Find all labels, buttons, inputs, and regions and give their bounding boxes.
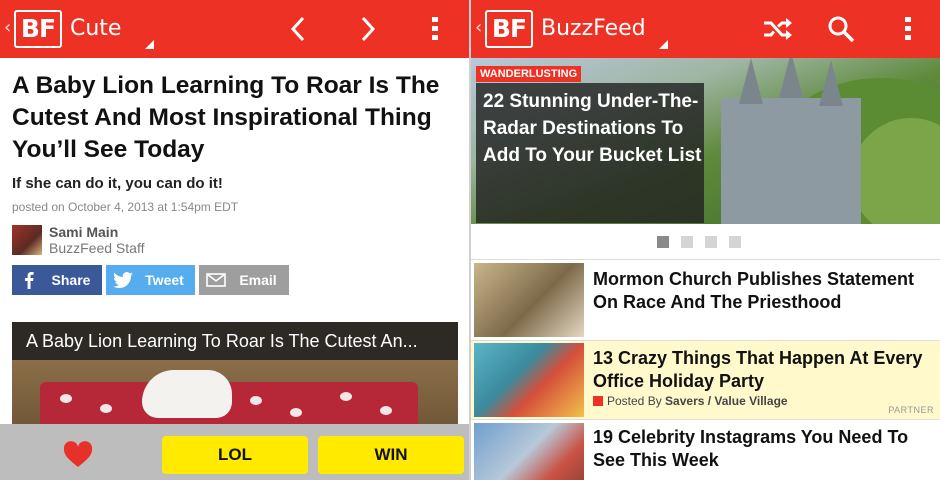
dropdown-indicator-icon bbox=[659, 40, 668, 49]
feed-item[interactable]: 19 Celebrity Instagrams You Need To See … bbox=[471, 420, 940, 480]
feed-item-title: Mormon Church Publishes Statement On Rac… bbox=[593, 269, 915, 312]
sponsor-name: Savers / Value Village bbox=[665, 394, 788, 408]
app-bar: ‹ BF Cute bbox=[0, 0, 469, 58]
feed-thumbnail bbox=[474, 263, 584, 337]
author-name[interactable]: Sami Main bbox=[49, 224, 118, 240]
heart-icon[interactable] bbox=[62, 441, 94, 469]
feed-item-title: 19 Celebrity Instagrams You Need To See … bbox=[593, 427, 909, 470]
twitter-tweet-button[interactable]: Tweet bbox=[106, 265, 195, 295]
feed-thumbnail bbox=[474, 423, 584, 480]
sponsored-feed-item[interactable]: 13 Crazy Things That Happen At Every Off… bbox=[471, 341, 940, 419]
pagination-dot-active[interactable] bbox=[657, 236, 669, 248]
facebook-icon bbox=[12, 271, 46, 289]
sponsor-flag-icon bbox=[593, 396, 603, 406]
pagination-dot[interactable] bbox=[705, 236, 717, 248]
article-screen: ‹ BF Cute A Baby Lion Learning To Roar I… bbox=[0, 0, 469, 480]
carousel-pagination bbox=[657, 236, 741, 248]
post-date: posted on October 4, 2013 at 1:54pm EDT bbox=[12, 200, 239, 214]
buzzfeed-logo[interactable]: BF bbox=[485, 10, 533, 48]
chevron-right-icon[interactable] bbox=[354, 13, 382, 45]
email-share-button[interactable]: Email bbox=[199, 265, 289, 295]
chevron-left-icon[interactable] bbox=[284, 13, 312, 45]
video-title: A Baby Lion Learning To Roar Is The Cute… bbox=[12, 322, 458, 360]
app-title[interactable]: BuzzFeed bbox=[541, 16, 646, 41]
twitter-tweet-label: Tweet bbox=[145, 272, 184, 288]
back-caret-icon[interactable]: ‹ bbox=[4, 17, 11, 38]
feed-screen: ‹ BF BuzzFeed WANDERLUSTING 22 Stunning … bbox=[471, 0, 940, 480]
feed-item-title: 13 Crazy Things That Happen At Every Off… bbox=[593, 348, 923, 391]
lol-button[interactable]: LOL bbox=[162, 436, 308, 474]
overflow-menu-icon[interactable] bbox=[428, 13, 442, 45]
envelope-icon bbox=[199, 273, 233, 287]
overflow-menu-icon[interactable] bbox=[901, 13, 915, 45]
back-caret-icon[interactable]: ‹ bbox=[475, 17, 482, 38]
email-share-label: Email bbox=[239, 272, 277, 288]
dropdown-indicator-icon bbox=[145, 40, 154, 49]
pagination-dot[interactable] bbox=[681, 236, 693, 248]
feed-thumbnail bbox=[474, 343, 584, 417]
article-subhead: If she can do it, you can do it! bbox=[12, 175, 223, 192]
author-role: BuzzFeed Staff bbox=[49, 240, 145, 256]
facebook-share-label: Share bbox=[51, 272, 91, 288]
article-headline: A Baby Lion Learning To Roar Is The Cute… bbox=[12, 72, 440, 163]
search-icon[interactable] bbox=[825, 13, 857, 45]
section-title[interactable]: Cute bbox=[70, 16, 121, 41]
twitter-bird-icon bbox=[106, 272, 140, 288]
author-avatar[interactable] bbox=[12, 225, 42, 255]
feed-item[interactable]: Mormon Church Publishes Statement On Rac… bbox=[471, 260, 940, 340]
shuffle-icon[interactable] bbox=[761, 13, 795, 45]
hero-title[interactable]: 22 Stunning Under-The-Radar Destinations… bbox=[483, 88, 703, 169]
sponsor-line[interactable]: Posted By Savers / Value Village bbox=[593, 394, 788, 408]
buzzfeed-logo[interactable]: BF bbox=[14, 10, 62, 48]
video-player[interactable]: A Baby Lion Learning To Roar Is The Cute… bbox=[12, 322, 458, 432]
facebook-share-button[interactable]: Share bbox=[12, 265, 102, 295]
hero-image-church bbox=[721, 58, 861, 224]
partner-badge: PARTNER bbox=[888, 405, 934, 415]
pagination-dot[interactable] bbox=[729, 236, 741, 248]
featured-story-carousel[interactable]: WANDERLUSTING 22 Stunning Under-The-Rada… bbox=[471, 58, 940, 224]
posted-by-prefix: Posted By bbox=[607, 394, 662, 408]
app-bar: ‹ BF BuzzFeed bbox=[471, 0, 940, 58]
lion-cub-image bbox=[142, 370, 232, 418]
win-button[interactable]: WIN bbox=[318, 436, 464, 474]
category-tag[interactable]: WANDERLUSTING bbox=[476, 66, 582, 82]
